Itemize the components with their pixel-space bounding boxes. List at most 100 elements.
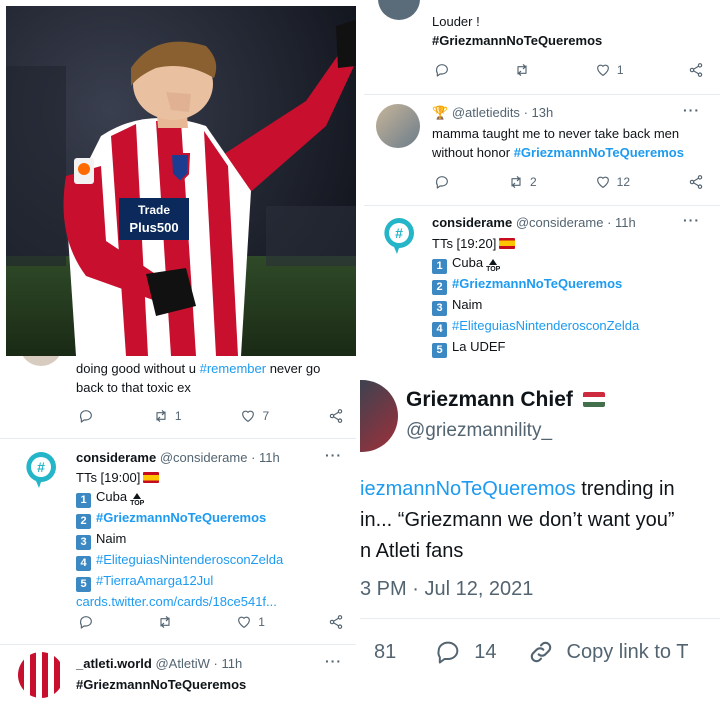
tweet-handle[interactable]: @considerame — [160, 450, 248, 465]
like-button[interactable]: 12 — [595, 174, 630, 190]
hashtag-link[interactable]: #TierraAmarga12Jul — [96, 573, 213, 588]
left-tweet-panel: doing good without u #remember never go … — [0, 356, 356, 720]
list-item: 5 La UDEF — [432, 337, 639, 358]
trend-label: Cuba — [452, 255, 484, 270]
trend-label: La UDEF — [452, 339, 506, 354]
hashtag-link[interactable]: #GriezmannNoTeQueremos — [96, 510, 266, 525]
more-options-icon[interactable]: ··· — [683, 102, 700, 118]
retweet-icon — [517, 64, 528, 76]
share-button[interactable] — [688, 174, 704, 190]
retweet-button[interactable]: 1 — [153, 408, 182, 424]
avatar[interactable]: # — [378, 214, 420, 256]
share-button[interactable] — [328, 614, 344, 630]
tweet-handle[interactable]: @AtletiW — [155, 656, 209, 671]
like-count: 1 — [258, 615, 265, 629]
reply-icon — [79, 616, 92, 629]
link-icon — [530, 641, 551, 663]
avatar[interactable] — [376, 104, 420, 148]
rank-badge: 2 — [76, 514, 91, 529]
zoomed-tweet-panel: Griezmann Chief @griezmannility_ iezmann… — [360, 368, 720, 720]
hashtag-link[interactable]: #GriezmannNoTeQueremos — [514, 145, 684, 160]
reply-button[interactable] — [78, 408, 94, 424]
avatar[interactable]: # — [20, 448, 62, 490]
divider — [360, 618, 720, 619]
tweet-time[interactable]: 13h — [532, 105, 554, 120]
retweet-button[interactable]: 2 — [508, 174, 537, 190]
tweet-handle[interactable]: @griezmannility_ — [406, 420, 552, 442]
tweet-header: considerame @considerame · 11h — [432, 214, 636, 232]
top-arrow-icon: TOP — [486, 259, 500, 273]
avatar[interactable] — [18, 652, 64, 698]
trend-label: Cuba — [96, 489, 128, 504]
share-icon — [689, 175, 703, 189]
list-item: 3 Naim — [76, 529, 283, 550]
player-photo[interactable]: Trade Plus500 — [6, 6, 356, 356]
list-item: 3 Naim — [432, 295, 639, 316]
author-name-text: Griezmann Chief — [406, 388, 573, 411]
hashtag-link[interactable]: #GriezmannNoTeQueremos — [432, 31, 602, 50]
right-tweet-panel: Louder ! #GriezmannNoTeQueremos 1 🏆 @atl… — [364, 0, 720, 360]
rank-badge: 4 — [432, 322, 447, 337]
hashtag-link[interactable]: #GriezmannNoTeQueremos — [452, 276, 622, 291]
hashtag-logo-icon: # — [384, 218, 414, 254]
trends-header: TTs [19:20] — [432, 234, 639, 253]
list-item: 4 #EliteguiasNintenderosconZelda — [76, 550, 283, 571]
reply-button[interactable] — [434, 174, 450, 190]
tweet-header: _atleti.world @AtletiW · 11h — [76, 655, 242, 673]
list-item: 1 Cuba TOP — [432, 253, 639, 274]
more-options-icon[interactable]: ··· — [683, 212, 700, 228]
avatar[interactable] — [20, 356, 62, 366]
reply-button[interactable] — [434, 62, 450, 78]
tweet-handle[interactable]: @atletiedits — [452, 105, 520, 120]
like-button[interactable]: 7 — [240, 408, 269, 424]
avatar[interactable] — [360, 380, 398, 452]
avatar[interactable] — [378, 0, 420, 20]
tweet-author-name[interactable]: _atleti.world — [76, 656, 152, 671]
hashtag-link[interactable]: #EliteguiasNintenderosconZelda — [96, 552, 283, 567]
retweet-count[interactable]: 81 — [374, 641, 396, 664]
player-photo-illustration: Trade Plus500 — [6, 6, 356, 356]
tweet-header: 🏆 @atletiedits · 13h — [432, 104, 553, 122]
share-button[interactable] — [688, 62, 704, 78]
heart-icon — [238, 616, 251, 628]
rank-badge: 1 — [432, 259, 447, 274]
retweet-count: 2 — [529, 175, 537, 189]
tweet-time[interactable]: 11h — [221, 656, 242, 671]
reply-icon — [435, 176, 448, 189]
hashtag-link[interactable]: #remember — [200, 361, 266, 376]
like-button[interactable]: 1 — [236, 614, 265, 630]
tweet-handle[interactable]: @considerame — [516, 215, 604, 230]
card-link[interactable]: cards.twitter.com/cards/18ce541f... — [76, 592, 283, 611]
heart-icon — [596, 176, 609, 188]
rank-badge: 1 — [76, 493, 91, 508]
more-options-icon[interactable]: ··· — [325, 653, 342, 669]
tweet-author-name[interactable]: Griezmann Chief — [406, 388, 605, 412]
share-button[interactable] — [328, 408, 344, 424]
tweet-timestamp[interactable]: 3 PM · Jul 12, 2021 — [360, 578, 533, 601]
like-button[interactable]: 1 — [595, 62, 624, 78]
tweet-actions: 1 7 — [78, 408, 344, 424]
hashtag-link[interactable]: #EliteguiasNintenderosconZelda — [452, 318, 639, 333]
reply-button[interactable]: 14 — [434, 638, 497, 666]
more-options-icon[interactable]: ··· — [325, 447, 342, 463]
tweet-author-name[interactable]: considerame — [432, 215, 512, 230]
copy-link-button[interactable]: Copy link to T — [527, 638, 688, 666]
tweet-time[interactable]: 11h — [615, 215, 636, 230]
share-icon — [689, 63, 703, 77]
hashtag-link[interactable]: #GriezmannNoTeQueremos — [76, 675, 246, 694]
divider — [364, 205, 720, 206]
retweet-button[interactable] — [514, 62, 530, 78]
list-item: 2 #GriezmannNoTeQueremos — [76, 508, 283, 529]
heart-icon — [242, 410, 255, 422]
divider — [0, 644, 356, 645]
spain-flag-icon — [499, 238, 516, 249]
trend-label: Naim — [452, 297, 483, 312]
trophy-icon: 🏆 — [432, 105, 449, 120]
tweet-time[interactable]: 11h — [259, 450, 280, 465]
reply-button[interactable] — [78, 614, 94, 630]
retweet-button[interactable] — [157, 614, 173, 630]
hashtag-link[interactable]: iezmannNoTeQueremos — [360, 478, 576, 500]
tweet-author-name[interactable]: considerame — [76, 450, 156, 465]
trend-label: Naim — [96, 531, 127, 546]
svg-text:#: # — [37, 459, 45, 475]
